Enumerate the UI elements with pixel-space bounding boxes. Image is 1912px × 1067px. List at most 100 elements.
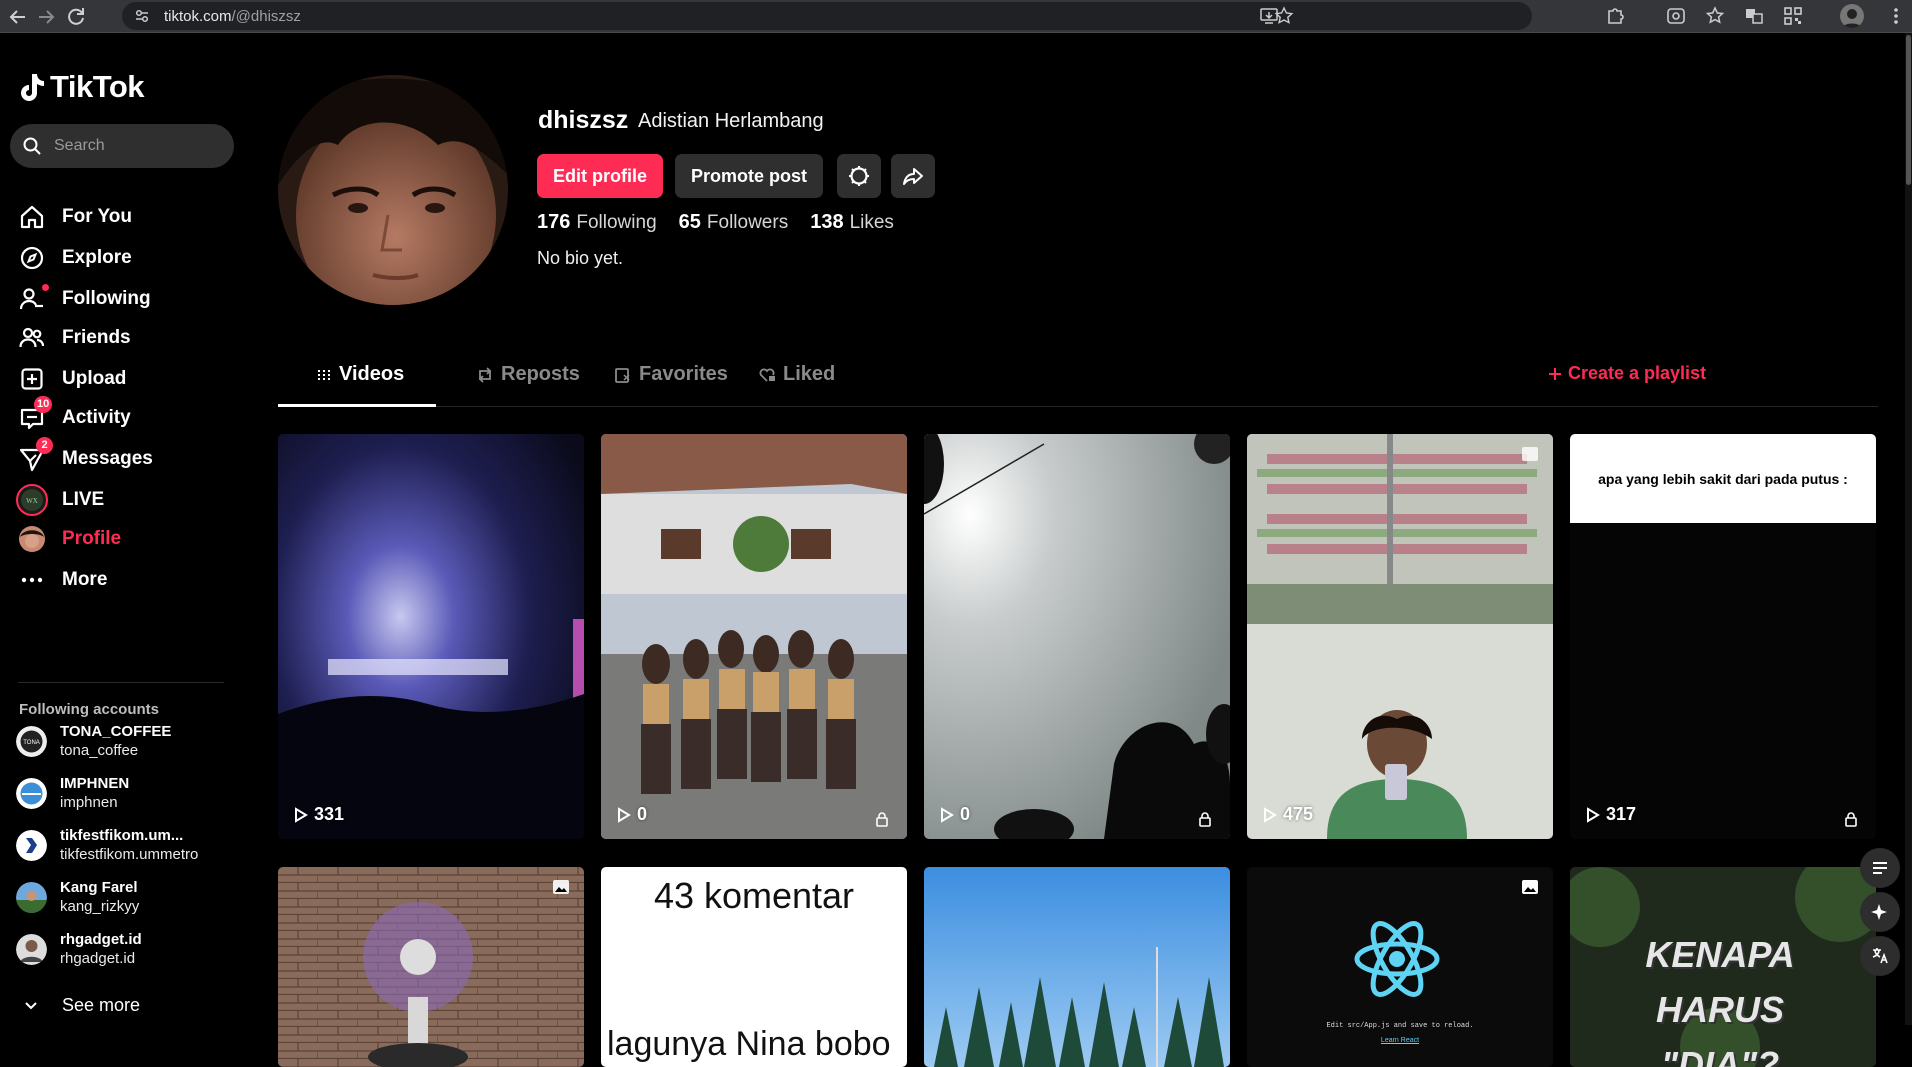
lock-icon [1198,811,1212,827]
url-path: /@dhiszsz [231,8,301,25]
extension-puzzle-icon[interactable] [1605,5,1627,27]
play-count: 331 [294,804,344,825]
likes-stat: 138 Likes [810,211,894,234]
tab-favorites[interactable]: Favorites [614,363,728,386]
nav-label: Explore [62,247,132,268]
video-card[interactable]: 43 komentar lagunya Nina bobo [601,867,907,1067]
play-count: 0 [617,804,647,825]
search-input[interactable]: Search [10,124,234,168]
site-settings-icon[interactable] [134,8,150,24]
compass-icon [14,240,50,276]
tab-liked[interactable]: Liked [758,363,835,386]
video-card[interactable]: 0 [601,434,907,839]
browser-toolbar: tiktok.com/@dhiszsz [0,0,1912,33]
account-avatar [16,777,47,809]
following-account-item[interactable]: Kang Farel kang_rizkyy [16,875,231,919]
video-card[interactable]: Edit src/App.js and save to reload. Lear… [1247,867,1553,1067]
sparkle-icon [1871,904,1887,920]
following-account-item[interactable]: tikfestfikom.um... tikfestfikom.ummetro [16,823,231,867]
nav-friends[interactable]: Friends [14,320,229,356]
profile-nickname: Adistian Herlambang [638,110,824,132]
qr-extension-icon[interactable] [1782,5,1804,27]
video-card[interactable]: 0 [924,434,1230,839]
plus-icon [1549,367,1561,380]
following-stat[interactable]: 176 Following [537,211,657,234]
keyboard-shortcuts-button[interactable] [1860,848,1900,888]
tab-label: Videos [339,363,405,385]
video-thumbnail [924,867,1230,1067]
nav-upload[interactable]: Upload [14,361,229,397]
promote-post-button[interactable]: Promote post [675,154,823,198]
scrollbar-thumb[interactable] [1906,35,1911,185]
profile-tabs: Videos Reposts Favorites Liked Create a … [278,349,1878,407]
url-text: tiktok.com/@dhiszsz [164,8,301,25]
tiktok-logo[interactable]: TikTok [18,69,145,105]
profile-username: dhiszsz [538,106,629,134]
screenshot-extension-icon[interactable] [1665,5,1687,27]
play-icon [618,806,631,823]
video-card[interactable] [278,867,584,1067]
back-arrow-icon[interactable] [6,5,30,29]
nav-messages[interactable]: 2 Messages [14,437,229,477]
play-icon [295,806,308,823]
sidebar-divider [18,682,224,683]
video-card[interactable]: apa yang lebih sakit dari pada putus : 3… [1570,434,1876,839]
tab-videos[interactable]: Videos [316,363,404,386]
forward-arrow-icon[interactable] [34,5,58,29]
nav-more[interactable]: More [14,562,229,598]
create-playlist-label: Create a playlist [1568,363,1707,383]
gear-icon [849,166,869,186]
nav-activity[interactable]: 10 Activity [14,396,229,436]
settings-button[interactable] [837,154,881,198]
create-playlist-button[interactable]: Create a playlist [1548,363,1706,384]
edit-profile-button[interactable]: Edit profile [537,154,663,198]
translate-extension-icon[interactable] [1743,5,1765,27]
nav-label: Upload [62,368,127,389]
video-card[interactable] [924,867,1230,1067]
video-thumbnail [278,867,584,1067]
lock-icon [1844,811,1858,827]
url-domain: tiktok.com [164,8,232,25]
account-avatar [16,881,47,913]
video-card[interactable]: KENAPA HARUS "DIA"? [1570,867,1876,1067]
translate-button[interactable] [1860,936,1900,976]
nav-label: LIVE [62,489,105,510]
share-arrow-icon [903,168,923,185]
share-profile-button[interactable] [891,154,935,198]
browser-menu-icon[interactable] [1885,5,1907,27]
see-more-button[interactable]: See more [24,995,140,1016]
video-caption: apa yang lebih sakit dari pada putus : [1598,470,1848,487]
live-avatar-icon: WX [14,482,50,518]
following-account-item[interactable]: IMPHNEN imphnen [16,771,231,815]
favorites-extension-icon[interactable] [1704,5,1726,27]
following-label: Following [576,212,657,233]
video-caption: Edit src/App.js and save to reload. [1326,1022,1474,1030]
following-account-item[interactable]: TONA TONA_COFFEE tona_coffee [16,719,231,763]
ai-assistant-button[interactable] [1860,892,1900,932]
keyboard-icon [1873,862,1887,874]
bookmark-star-icon[interactable] [1274,6,1294,26]
svg-text:TONA: TONA [23,740,40,746]
reload-icon[interactable] [64,5,88,29]
account-avatar [16,933,47,965]
tiktok-note-icon [21,74,44,101]
nav-label: Profile [62,528,122,549]
nav-following[interactable]: Following [14,281,229,317]
followers-stat[interactable]: 65 Followers [679,211,789,234]
browser-profile-avatar[interactable] [1840,4,1864,28]
nav-live[interactable]: WX LIVE [14,482,229,518]
video-card[interactable]: 475 [1247,434,1553,839]
video-card[interactable]: 331 [278,434,584,839]
send-icon: 2 [14,437,53,477]
page-scrollbar[interactable] [1905,33,1912,1025]
nav-explore[interactable]: Explore [14,240,229,276]
address-bar[interactable]: tiktok.com/@dhiszsz [122,2,1532,30]
account-name: IMPHNEN [60,775,130,792]
nav-profile[interactable]: Profile [14,521,229,557]
following-count: 176 [537,211,571,233]
tab-reposts[interactable]: Reposts [476,363,580,386]
nav-for-you[interactable]: For You [14,199,229,235]
account-name: Kang Farel [60,879,138,896]
upload-icon [14,361,50,397]
following-account-item[interactable]: rhgadget.id rhgadget.id [16,927,231,971]
